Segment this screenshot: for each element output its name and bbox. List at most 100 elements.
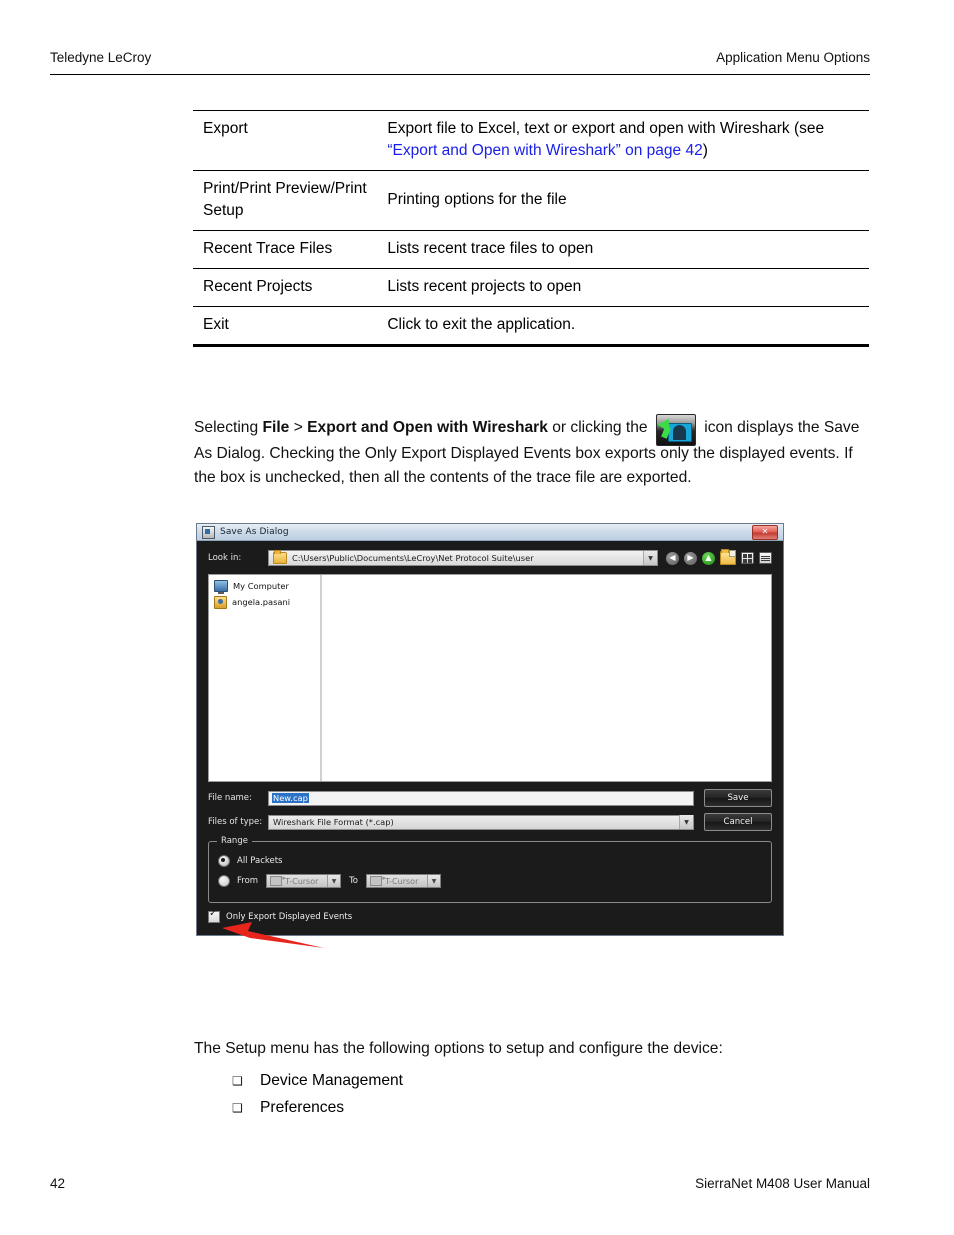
table-row: Exit Click to exit the application. (193, 306, 869, 347)
my-computer-icon (214, 580, 228, 594)
menu-option-label: Exit (193, 306, 378, 347)
chevron-down-icon[interactable]: ▼ (327, 875, 341, 887)
dialog-nav-toolbar: ◀ ▶ ▲ (666, 549, 772, 565)
dialog-title: Save As Dialog (220, 527, 289, 537)
menu-path-file: File (262, 419, 290, 436)
current-path-text: C:\Users\Public\Documents\LeCroy\Net Pro… (292, 553, 534, 563)
page-number: 42 (50, 1176, 66, 1191)
menu-option-label: Print/Print Preview/Print Setup (193, 170, 378, 231)
table-row: Recent Projects Lists recent projects to… (193, 268, 869, 307)
from-label: From (237, 876, 259, 886)
tiles-view-icon[interactable] (741, 552, 754, 564)
menu-option-description: Export file to Excel, text or export and… (377, 110, 869, 171)
look-in-row: Look in: C:\Users\Public\Documents\LeCro… (208, 549, 772, 567)
menu-option-description: Printing options for the file (377, 170, 869, 231)
cancel-button[interactable]: Cancel (704, 813, 772, 831)
file-name-value: New.cap (272, 793, 309, 803)
page-footer: 42 SierraNet M408 User Manual (50, 1176, 870, 1191)
only-export-displayed-events-checkbox[interactable] (208, 909, 220, 923)
list-item: ❑ Preferences (232, 1097, 732, 1120)
file-name-label: File name: (208, 793, 252, 803)
menu-option-label: Export (193, 110, 378, 171)
bullet-label: Device Management (260, 1072, 404, 1089)
files-of-type-combo[interactable]: Wireshark File Format (*.cap) ▼ (268, 814, 694, 830)
dialog-titlebar: Save As Dialog ✕ (197, 524, 783, 541)
menu-option-label: Recent Projects (193, 268, 378, 307)
desc-text-after: ) (702, 142, 708, 159)
export-wireshark-cross-reference-link[interactable]: “Export and Open with Wireshark” on page… (387, 142, 702, 159)
desc-text-before: Export file to Excel, text or export and… (387, 120, 825, 137)
file-list-pane[interactable] (322, 575, 771, 781)
forward-icon[interactable]: ▶ (684, 551, 697, 565)
files-of-type-value: Wireshark File Format (*.cap) (273, 817, 394, 827)
menu-option-description: Lists recent trace files to open (377, 230, 869, 269)
new-folder-icon[interactable] (720, 549, 736, 565)
setup-options-list: ❑ Device Management ❑ Preferences (232, 1070, 732, 1123)
place-label: angela.pasani (232, 597, 291, 607)
setup-menu-paragraph: The Setup menu has the following options… (194, 1040, 723, 1057)
para-segment: or clicking the (547, 419, 652, 436)
from-cursor-value: T-Cursor (285, 876, 319, 886)
from-to-row: From T-Cursor ▼ To T-Cursor ▼ (218, 873, 771, 889)
all-packets-label: All Packets (237, 856, 283, 866)
bullet-square-icon: ❑ (232, 1100, 243, 1115)
range-group: Range All Packets From T-Cursor ▼ To T-C… (208, 836, 772, 903)
dialog-body: Look in: C:\Users\Public\Documents\LeCro… (197, 541, 783, 924)
table-row: Print/Print Preview/Print Setup Printing… (193, 170, 869, 231)
back-icon[interactable]: ◀ (666, 551, 679, 565)
save-button[interactable]: Save (704, 789, 772, 807)
to-cursor-value: T-Cursor (385, 876, 419, 886)
only-export-displayed-events-row: Only Export Displayed Events (208, 909, 772, 924)
all-packets-radio[interactable] (218, 855, 230, 867)
chevron-down-icon[interactable]: ▼ (427, 875, 441, 887)
look-in-label: Look in: (208, 553, 242, 563)
bullet-square-icon: ❑ (232, 1074, 243, 1088)
save-as-dialog-screenshot: Save As Dialog ✕ Look in: C:\Users\Publi… (196, 523, 784, 936)
folder-icon (273, 550, 287, 564)
to-label: To (349, 876, 359, 886)
look-in-combo[interactable]: C:\Users\Public\Documents\LeCroy\Net Pro… (268, 550, 658, 566)
only-export-displayed-events-label: Only Export Displayed Events (226, 912, 353, 922)
range-group-legend: Range (217, 836, 252, 846)
up-one-level-icon[interactable]: ▲ (702, 551, 715, 565)
file-browser-area: My Computer angela.pasani (208, 574, 772, 782)
list-item[interactable]: My Computer (214, 578, 320, 594)
menu-option-description: Lists recent projects to open (377, 268, 869, 307)
para-segment: Selecting (194, 419, 263, 436)
header-left-text: Teledyne LeCroy (50, 50, 152, 65)
from-cursor-combo[interactable]: T-Cursor ▼ (266, 874, 342, 888)
table-row: Export Export file to Excel, text or exp… (193, 110, 869, 171)
para-segment: > (289, 419, 308, 436)
page-header: Teledyne LeCroy Application Menu Options (50, 50, 870, 76)
close-icon[interactable]: ✕ (752, 524, 778, 540)
file-name-input[interactable]: New.cap (268, 790, 694, 806)
header-right-text: Application Menu Options (716, 50, 870, 65)
menu-option-label: Recent Trace Files (193, 230, 378, 269)
wireshark-export-icon (655, 414, 696, 446)
to-cursor-combo[interactable]: T-Cursor ▼ (366, 874, 442, 888)
files-of-type-row: Files of type: Wireshark File Format (*.… (208, 813, 772, 831)
chevron-down-icon[interactable]: ▼ (679, 815, 693, 829)
wireshark-instructions-paragraph: Selecting File > Export and Open with Wi… (194, 414, 872, 490)
cursor-marker-icon (270, 874, 286, 886)
menu-option-description: Click to exit the application. (377, 306, 869, 347)
all-packets-row: All Packets (218, 853, 771, 869)
menu-path-export-open-wireshark: Export and Open with Wireshark (307, 419, 548, 436)
list-item: ❑ Device Management (232, 1070, 732, 1093)
window-app-icon (202, 525, 215, 539)
manual-title: SierraNet M408 User Manual (695, 1176, 870, 1191)
bullet-label: Preferences (260, 1098, 345, 1116)
list-item[interactable]: angela.pasani (214, 594, 320, 610)
table-row: Recent Trace Files Lists recent trace fi… (193, 230, 869, 269)
from-range-radio[interactable] (218, 875, 230, 887)
places-pane: My Computer angela.pasani (209, 575, 322, 781)
cursor-marker-icon (370, 874, 386, 886)
files-of-type-label: Files of type: (208, 817, 263, 827)
header-rule (50, 74, 870, 75)
chevron-down-icon[interactable]: ▼ (643, 551, 657, 565)
application-menu-options-table: Export Export file to Excel, text or exp… (193, 110, 869, 347)
place-label: My Computer (233, 581, 289, 591)
list-view-icon[interactable] (759, 552, 772, 564)
user-folder-icon (214, 595, 227, 609)
file-name-row: File name: New.cap Save (208, 789, 772, 807)
